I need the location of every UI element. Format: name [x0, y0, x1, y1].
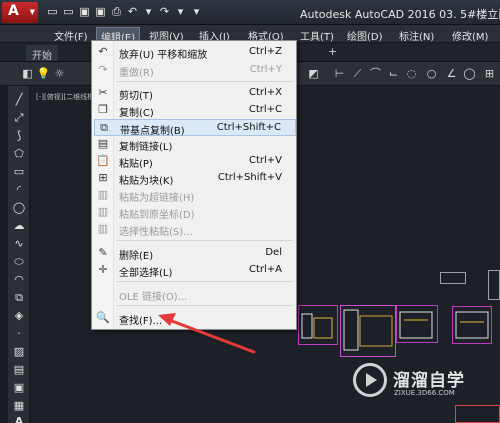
- autocad-window: A ▼ ▭ ▭ ▣ ▣ ⎙ ↶ ▾ ↷ ▾ ▾ Autodesk AutoCAD…: [0, 0, 500, 423]
- paste-block-icon: ⊞: [98, 171, 108, 184]
- menu-separator: [117, 281, 293, 282]
- edit-menu-dropdown: ↶ 放弃(U) 平移和缩放 Ctrl+Z ↷ 重做(R) Ctrl+Y ✂ 剪切…: [91, 40, 297, 330]
- menu-item-undo[interactable]: ↶ 放弃(U) 平移和缩放 Ctrl+Z: [94, 44, 296, 61]
- menu-item-shortcut: Ctrl+Z: [248, 46, 282, 57]
- menu-item-label: 放弃(U) 平移和缩放: [119, 50, 208, 61]
- menu-item-select-all[interactable]: ✛ 全部选择(L) Ctrl+A: [94, 262, 296, 279]
- menu-item-label: 粘贴为超链接(H): [119, 193, 195, 204]
- menu-item-paste-to-original: ▥ 粘贴到原坐标(D): [94, 204, 296, 221]
- watermark-name: 溜溜自学: [393, 371, 465, 391]
- scissors-icon: ✂: [98, 86, 108, 99]
- menu-item-cut[interactable]: ✂ 剪切(T) Ctrl+X: [94, 85, 296, 102]
- paste-special-icon: ▥: [97, 222, 109, 235]
- paste-hyperlink-icon: ▥: [97, 188, 109, 201]
- menu-item-copy-with-base-point[interactable]: ⧉ 带基点复制(B) Ctrl+Shift+C: [94, 119, 296, 137]
- menu-separator: [117, 81, 293, 82]
- menu-item-label: 带基点复制(B): [120, 126, 185, 137]
- watermark: 溜溜自学 ZIXUE.3D66.COM: [353, 360, 473, 402]
- menu-item-paste[interactable]: 📋 粘贴(P) Ctrl+V: [94, 153, 296, 170]
- menu-item-copy[interactable]: ❐ 复制(C) Ctrl+C: [94, 102, 296, 119]
- menu-item-paste-as-hyperlink: ▥ 粘贴为超链接(H): [94, 187, 296, 204]
- menu-item-paste-special: ▥ 选择性粘贴(S)...: [94, 221, 296, 238]
- menu-item-shortcut: Ctrl+Y: [249, 64, 282, 75]
- menu-item-label: 剪切(T): [119, 91, 153, 102]
- menu-item-label: 选择性粘贴(S)...: [119, 227, 193, 238]
- menu-item-shortcut: Ctrl+V: [248, 155, 282, 166]
- find-icon: 🔍: [96, 311, 110, 324]
- menu-item-shortcut: Ctrl+Shift+C: [216, 122, 281, 133]
- menu-item-ole-links: OLE 链接(O)...: [94, 286, 296, 303]
- select-all-icon: ✛: [98, 263, 108, 276]
- watermark-url: ZIXUE.3D66.COM: [394, 389, 455, 397]
- menu-item-erase[interactable]: ✎ 删除(E) Del: [94, 245, 296, 262]
- menu-item-paste-as-block[interactable]: ⊞ 粘贴为块(K) Ctrl+Shift+V: [94, 170, 296, 187]
- undo-icon: ↶: [98, 45, 108, 58]
- menu-item-label: 粘贴到原坐标(D): [119, 210, 195, 221]
- menu-item-redo: ↷ 重做(R) Ctrl+Y: [94, 62, 296, 79]
- erase-icon: ✎: [98, 246, 108, 259]
- menu-item-label: 重做(R): [119, 68, 154, 79]
- menu-item-label: 复制(C): [119, 108, 154, 119]
- menu-item-label: 粘贴(P): [119, 159, 153, 170]
- redo-icon: ↷: [98, 63, 108, 76]
- menu-item-label: 复制链接(L): [119, 142, 173, 153]
- copy-link-icon: ▤: [97, 137, 109, 150]
- menu-item-label: OLE 链接(O)...: [119, 292, 188, 303]
- paste-coords-icon: ▥: [97, 205, 109, 218]
- menu-separator: [117, 240, 293, 241]
- menu-item-label: 粘贴为块(K): [119, 176, 174, 187]
- menu-item-label: 查找(F)...: [119, 316, 163, 327]
- menu-item-shortcut: Del: [265, 247, 282, 258]
- menu-item-shortcut: Ctrl+A: [248, 264, 282, 275]
- menu-item-shortcut: Ctrl+Shift+V: [217, 172, 282, 183]
- menu-item-label: 删除(E): [119, 251, 154, 262]
- menu-item-shortcut: Ctrl+C: [248, 104, 282, 115]
- menu-item-label: 全部选择(L): [119, 268, 173, 279]
- copy-base-icon: ⧉: [100, 121, 108, 134]
- menu-item-find[interactable]: 🔍 查找(F)...: [94, 310, 296, 327]
- menu-item-shortcut: Ctrl+X: [248, 87, 282, 98]
- menu-item-copy-link[interactable]: ▤ 复制链接(L): [94, 136, 296, 153]
- paste-icon: 📋: [96, 154, 110, 167]
- play-logo-icon: [353, 363, 387, 397]
- menu-separator: [117, 305, 293, 306]
- copy-icon: ❐: [98, 103, 108, 116]
